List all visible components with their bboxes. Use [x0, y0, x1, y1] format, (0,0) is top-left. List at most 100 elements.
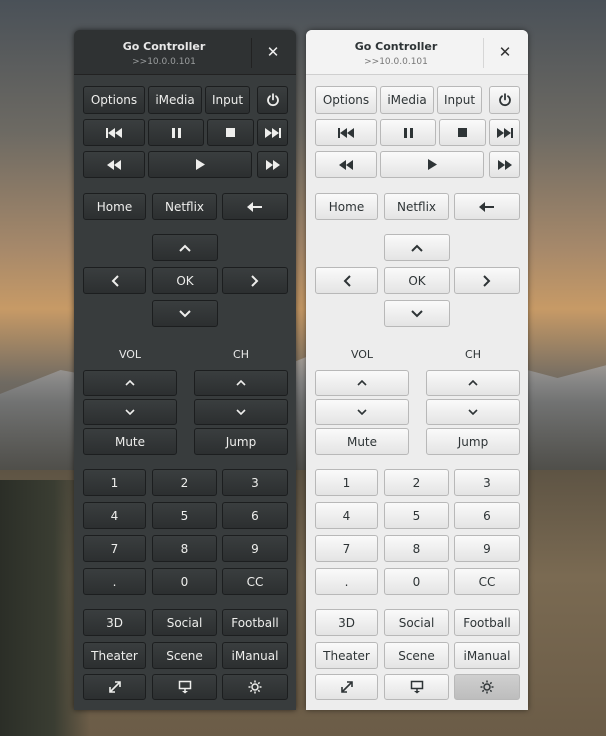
stop-icon — [458, 128, 467, 137]
dpad-left-button[interactable] — [83, 267, 146, 294]
keypad-key[interactable]: 7 — [83, 535, 146, 562]
keypad-key[interactable]: 4 — [315, 502, 378, 529]
football-button[interactable]: Football — [454, 609, 520, 636]
back-button[interactable] — [454, 193, 520, 220]
keypad-key[interactable]: 4 — [83, 502, 146, 529]
mute-button[interactable]: Mute — [83, 428, 177, 455]
channel-down-button[interactable] — [194, 399, 288, 425]
dpad-ok-button[interactable]: OK — [152, 267, 218, 294]
next-track-button[interactable] — [489, 119, 520, 146]
fullscreen-button[interactable] — [315, 674, 378, 700]
keypad-key[interactable]: . — [315, 568, 378, 595]
fast-forward-button[interactable] — [257, 151, 288, 178]
input-button[interactable]: Input — [437, 86, 482, 114]
keypad-key[interactable]: 2 — [384, 469, 449, 496]
theater-button[interactable]: Theater — [83, 642, 146, 669]
keypad-key[interactable]: 0 — [384, 568, 449, 595]
keypad-key[interactable]: 9 — [222, 535, 288, 562]
keypad-key[interactable]: 9 — [454, 535, 520, 562]
power-button[interactable] — [257, 86, 288, 114]
dpad-right-button[interactable] — [222, 267, 288, 294]
settings-button[interactable] — [454, 674, 520, 700]
chevron-up-icon — [179, 244, 191, 252]
home-button[interactable]: Home — [315, 193, 378, 220]
rewind-button[interactable] — [315, 151, 377, 178]
next-track-button[interactable] — [257, 119, 288, 146]
keypad-key[interactable]: 1 — [315, 469, 378, 496]
channel-up-button[interactable] — [194, 370, 288, 396]
theater-button[interactable]: Theater — [315, 642, 378, 669]
keypad-key[interactable]: 6 — [222, 502, 288, 529]
social-button[interactable]: Social — [152, 609, 217, 636]
mute-button-label: Mute — [346, 434, 378, 449]
keypad-key[interactable]: CC — [222, 568, 288, 595]
imanual-button[interactable]: iManual — [222, 642, 288, 669]
previous-track-button[interactable] — [315, 119, 377, 146]
keypad-key[interactable]: 2 — [152, 469, 217, 496]
options-button[interactable]: Options — [315, 86, 377, 114]
stop-button[interactable] — [439, 119, 486, 146]
scene-button[interactable]: Scene — [384, 642, 449, 669]
power-button[interactable] — [489, 86, 520, 114]
keypad-key[interactable]: . — [83, 568, 146, 595]
football-button[interactable]: Football — [222, 609, 288, 636]
options-button[interactable]: Options — [83, 86, 145, 114]
pause-button[interactable] — [148, 119, 204, 146]
keypad-key[interactable]: 7 — [315, 535, 378, 562]
netflix-button[interactable]: Netflix — [384, 193, 449, 220]
input-button[interactable]: Input — [205, 86, 250, 114]
keypad-key[interactable]: 5 — [384, 502, 449, 529]
dpad-left-button[interactable] — [315, 267, 378, 294]
keypad-key[interactable]: 8 — [384, 535, 449, 562]
volume-down-button[interactable] — [315, 399, 409, 425]
channel-down-button[interactable] — [426, 399, 520, 425]
volume-up-button[interactable] — [315, 370, 409, 396]
keypad-key[interactable]: 0 — [152, 568, 217, 595]
display-button[interactable] — [152, 674, 217, 700]
stop-button[interactable] — [207, 119, 254, 146]
3d-button[interactable]: 3D — [315, 609, 378, 636]
close-button[interactable]: ✕ — [492, 41, 518, 63]
keypad-key[interactable]: CC — [454, 568, 520, 595]
dpad-down-button[interactable] — [152, 300, 218, 327]
display-button[interactable] — [384, 674, 449, 700]
dpad-down-button[interactable] — [384, 300, 450, 327]
dpad-up-button[interactable] — [152, 234, 218, 261]
dpad-right-button[interactable] — [454, 267, 520, 294]
keypad-key[interactable]: 6 — [454, 502, 520, 529]
rewind-button[interactable] — [83, 151, 145, 178]
keypad-key[interactable]: 8 — [152, 535, 217, 562]
keypad-key[interactable]: 3 — [222, 469, 288, 496]
jump-button[interactable]: Jump — [194, 428, 288, 455]
keypad-key-label: 5 — [180, 508, 189, 523]
play-button[interactable] — [148, 151, 252, 178]
pause-button[interactable] — [380, 119, 436, 146]
netflix-button[interactable]: Netflix — [152, 193, 217, 220]
netflix-button-label: Netflix — [164, 199, 205, 214]
home-button[interactable]: Home — [83, 193, 146, 220]
play-button[interactable] — [380, 151, 484, 178]
imanual-button[interactable]: iManual — [454, 642, 520, 669]
volume-down-button[interactable] — [83, 399, 177, 425]
dpad-ok-button[interactable]: OK — [384, 267, 450, 294]
keypad-key[interactable]: 3 — [454, 469, 520, 496]
keypad-key[interactable]: 5 — [152, 502, 217, 529]
settings-button[interactable] — [222, 674, 288, 700]
previous-track-button[interactable] — [83, 119, 145, 146]
imedia-button[interactable]: iMedia — [380, 86, 434, 114]
keypad-key-label: 8 — [180, 541, 189, 556]
dpad-up-button[interactable] — [384, 234, 450, 261]
back-button[interactable] — [222, 193, 288, 220]
volume-up-button[interactable] — [83, 370, 177, 396]
close-button[interactable]: ✕ — [260, 41, 286, 63]
imedia-button[interactable]: iMedia — [148, 86, 202, 114]
social-button[interactable]: Social — [384, 609, 449, 636]
mute-button[interactable]: Mute — [315, 428, 409, 455]
keypad-key[interactable]: 1 — [83, 469, 146, 496]
fast-forward-button[interactable] — [489, 151, 520, 178]
3d-button[interactable]: 3D — [83, 609, 146, 636]
channel-up-button[interactable] — [426, 370, 520, 396]
jump-button[interactable]: Jump — [426, 428, 520, 455]
fullscreen-button[interactable] — [83, 674, 146, 700]
scene-button[interactable]: Scene — [152, 642, 217, 669]
